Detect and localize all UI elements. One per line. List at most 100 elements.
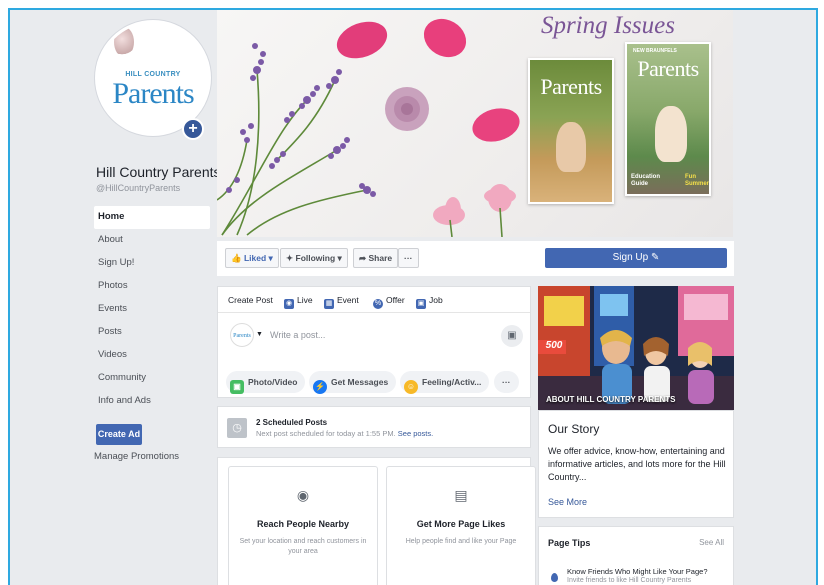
tab-offer[interactable]: % Offer [373,295,405,309]
facebook-page-window: HILL COUNTRY Parents + Hill Country Pare… [8,8,818,585]
scheduled-posts-card[interactable]: ◷ 2 Scheduled Posts Next post scheduled … [217,406,531,448]
tab-event-label: Event [337,295,359,305]
reach-people-nearby-card[interactable]: ◉ Reach People Nearby Set your location … [228,466,378,585]
page-icon: ▤ [454,487,468,503]
page-handle[interactable]: @HillCountryParents [96,183,180,193]
tab-live[interactable]: ◉ Live [284,295,313,309]
post-composer: Create Post ◉ Live ▦ Event % Offer ▣ Job Par… [217,286,531,398]
tab-offer-label: Offer [386,295,405,305]
get-messages-chip[interactable]: ⚡ Get Messages [309,371,397,394]
tab-event[interactable]: ▦ Event [324,295,359,309]
chevron-down-icon: ▾ [337,253,342,263]
following-label: Following [295,253,336,263]
more-actions-chip[interactable]: ··· [494,371,519,393]
live-icon: ◉ [284,299,294,309]
sidebar-item-about[interactable]: About [94,229,210,252]
magazine-2-masthead: NEW BRAUNFELS [633,48,677,54]
cover-headline: Spring Issues [540,12,675,39]
tab-create-post[interactable]: Create Post [228,295,273,305]
sign-up-button[interactable]: Sign Up ✎ [545,248,727,268]
page-name[interactable]: Hill Country Parents [96,164,221,180]
composer-avatar[interactable]: Parents [230,323,254,347]
tab-live-label: Live [297,295,313,305]
smiley-icon: ☺ [404,380,418,394]
get-more-likes-title: Get More Page Likes [416,519,506,529]
thumbs-up-icon: 👍 [231,253,242,263]
see-all-link[interactable]: See All [699,538,724,547]
more-options-button[interactable]: ··· [398,248,419,268]
liked-button[interactable]: 👍 Liked ▾ [225,248,279,268]
liked-label: Liked [243,253,267,263]
arcade-sign-500: 500 [545,340,563,351]
scheduled-posts-desc-text: Next post scheduled for today at 1:55 PM… [256,429,396,438]
feeling-activity-label: Feeling/Activ... [422,377,482,387]
our-story-heading: Our Story [548,422,600,436]
manage-promotions-link[interactable]: Manage Promotions [94,451,179,462]
magazine-cover-2: NEW BRAUNFELS Parents Education Guide Fu… [625,42,711,196]
sidebar-item-info-and-ads[interactable]: Info and Ads [94,390,210,413]
photo-video-label: Photo/Video [248,377,298,387]
photo-video-chip[interactable]: ▣ Photo/Video [226,371,306,394]
add-profile-photo-button[interactable]: + [182,118,204,140]
composer-tabs: Create Post ◉ Live ▦ Event % Offer ▣ Job [218,287,530,313]
about-photo-label: ABOUT HILL COUNTRY PARENTS [546,395,676,404]
reach-people-desc: Set your location and reach customers in… [239,538,367,555]
clock-icon: ◷ [227,418,247,438]
cover-photo[interactable]: Spring Issues Parents NEW BRAUNFELS Pare… [217,10,733,237]
tip-marker-icon [551,573,558,582]
location-pin-icon: ◉ [296,487,310,503]
magazine-1-title: Parents [540,74,602,99]
tab-job[interactable]: ▣ Job [416,295,443,309]
briefcase-icon: ▣ [416,299,426,309]
sidebar-item-photos[interactable]: Photos [94,275,210,298]
magazine-1-photo [556,122,586,172]
sign-up-label: Sign Up [612,252,649,263]
calendar-icon: ▦ [324,299,334,309]
photo-icon: ▣ [230,380,244,394]
see-more-link[interactable]: See More [548,497,587,507]
sidebar-item-events[interactable]: Events [94,298,210,321]
page-tips-card: Page Tips See All Know Friends Who Might… [538,526,734,585]
logo-big-text: Parents [112,77,194,110]
get-more-likes-desc: Help people find and like your Page [405,538,517,545]
share-label: Share [368,253,393,263]
magazine-2-blurb-education: Education Guide [631,174,661,187]
share-arrow-icon: ➦ [359,253,367,263]
feeling-activity-chip[interactable]: ☺ Feeling/Activ... [400,371,490,394]
promotion-cards: ◉ Reach People Nearby Set your location … [217,457,536,585]
scheduled-posts-title: 2 Scheduled Posts [256,418,328,427]
reach-people-title: Reach People Nearby [256,519,350,529]
sidebar-item-videos[interactable]: Videos [94,344,210,367]
write-post-input[interactable]: Write a post... [270,330,325,340]
our-story-card: Our Story We offer advice, know-how, ent… [538,410,734,518]
sidebar-item-community[interactable]: Community [94,367,210,390]
pencil-icon: ✎ [650,252,660,263]
rss-icon: ✦ [286,253,294,263]
following-button[interactable]: ✦ Following ▾ [280,248,348,268]
magazine-2-blurb-summer: Fun Summer [685,174,710,187]
sidebar-nav: Home About Sign Up! Photos Events Posts … [94,206,210,413]
chevron-down-icon[interactable]: ▼ [256,331,263,338]
messenger-icon: ⚡ [313,380,327,394]
get-more-likes-card[interactable]: ▤ Get More Page Likes Help people find a… [386,466,536,585]
page-action-bar: 👍 Liked ▾ ✦ Following ▾ ➦ Share ··· Sign… [217,241,734,276]
page-tips-heading: Page Tips [548,538,591,548]
offer-icon: % [373,299,383,309]
get-messages-label: Get Messages [331,377,389,387]
sidebar-item-home[interactable]: Home [94,206,210,229]
tip-title[interactable]: Know Friends Who Might Like Your Page? [567,567,708,576]
share-button[interactable]: ➦ Share [353,248,399,268]
magazine-2-photo [655,106,687,162]
sidebar-item-sign-up[interactable]: Sign Up! [94,252,210,275]
chevron-down-icon: ▾ [268,253,273,263]
plus-icon: + [188,120,198,137]
profile-flower-decoration [114,27,134,57]
see-posts-link[interactable]: See posts. [398,429,433,438]
about-photo[interactable]: 500 ABOUT HILL COUNTRY PARENTS [538,286,734,410]
create-ad-button[interactable]: Create Ad [96,424,142,445]
tab-job-label: Job [429,295,443,305]
add-photo-icon[interactable]: ▣ [501,325,523,347]
magazine-2-title: Parents [637,56,699,81]
sidebar-item-posts[interactable]: Posts [94,321,210,344]
tip-desc: Invite friends to like Hill Country Pare… [567,577,692,584]
